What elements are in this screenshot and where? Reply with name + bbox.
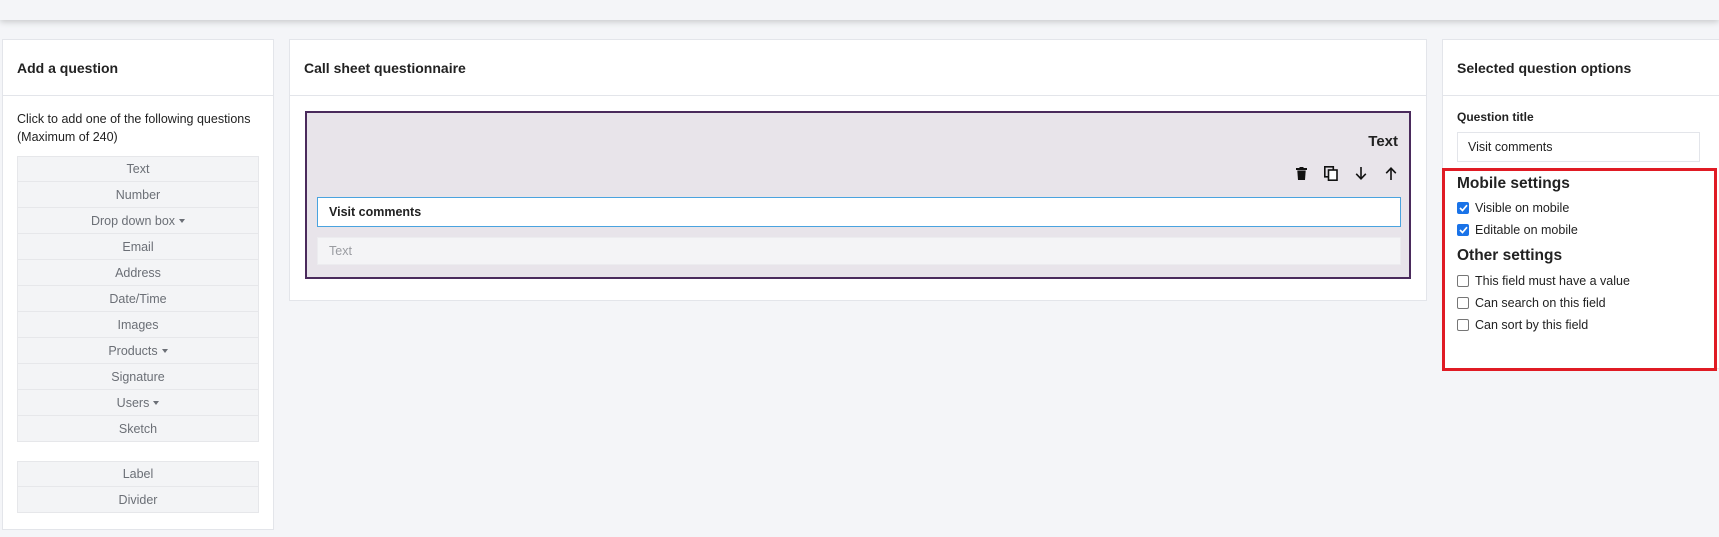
- setting-label: Can sort by this field: [1475, 318, 1589, 332]
- arrow-up-icon[interactable]: [1383, 165, 1399, 181]
- question-card[interactable]: Text Visit comments Text: [305, 111, 1411, 279]
- question-type-signature-button[interactable]: Signature: [17, 364, 259, 390]
- answer-placeholder-field: Text: [317, 237, 1401, 265]
- caret-down-icon: [153, 400, 160, 405]
- other-settings-heading: Other settings: [1457, 247, 1563, 264]
- checkbox-unchecked[interactable]: [1457, 275, 1469, 287]
- setting-row[interactable]: Can sort by this field: [1457, 314, 1630, 336]
- question-type-label: Products: [108, 343, 158, 358]
- arrow-down-icon[interactable]: [1353, 165, 1369, 181]
- questionnaire-panel: Call sheet questionnaire Text Visit comm…: [289, 39, 1427, 301]
- question-type-divider-button[interactable]: Divider: [17, 487, 259, 513]
- question-type-label: Sketch: [118, 421, 158, 436]
- question-type-label: Number: [115, 187, 161, 202]
- add-question-title: Add a question: [3, 40, 273, 96]
- checkbox-unchecked[interactable]: [1457, 297, 1469, 309]
- add-question-panel: Add a question Click to add one of the f…: [2, 39, 274, 530]
- setting-label: Editable on mobile: [1475, 223, 1578, 237]
- question-type-label: Date/Time: [109, 291, 167, 306]
- question-type-drop-down-box-button[interactable]: Drop down box: [17, 208, 259, 234]
- question-type-images-button[interactable]: Images: [17, 312, 259, 338]
- question-type-number-button[interactable]: Number: [17, 182, 259, 208]
- top-bar: [0, 0, 1719, 20]
- question-type-label: Email: [122, 239, 154, 254]
- checkbox-unchecked[interactable]: [1457, 319, 1469, 331]
- options-title: Selected question options: [1443, 40, 1719, 96]
- question-type-text-button[interactable]: Text: [17, 156, 259, 182]
- question-type-label: Users: [116, 395, 150, 410]
- question-type-users-button[interactable]: Users: [17, 390, 259, 416]
- question-type-label: Text: [126, 162, 150, 176]
- settings-block: Mobile settings Visible on mobile Editabl…: [1457, 175, 1630, 336]
- question-type-label: Address: [115, 265, 161, 280]
- question-type-email-button[interactable]: Email: [17, 234, 259, 260]
- setting-row[interactable]: Visible on mobile: [1457, 197, 1630, 219]
- checkbox-checked[interactable]: [1457, 224, 1469, 236]
- question-type-label: Label: [122, 467, 154, 481]
- other-settings-list: This field must have a value Can search o…: [1457, 270, 1630, 336]
- question-title-input[interactable]: Visit comments: [317, 197, 1401, 227]
- question-title-field[interactable]: Visit comments: [1457, 132, 1700, 162]
- question-type-label: Signature: [111, 369, 165, 384]
- question-type-address-button[interactable]: Address: [17, 260, 259, 286]
- setting-label: Can search on this field: [1475, 296, 1606, 310]
- question-type-label: Text: [1368, 133, 1398, 150]
- question-type-list: Text Number Drop down box Email Address Date/…: [3, 156, 273, 442]
- questionnaire-title: Call sheet questionnaire: [290, 40, 1426, 96]
- question-title-label: Question title: [1457, 110, 1534, 124]
- mobile-settings-list: Visible on mobile Editable on mobile: [1457, 197, 1630, 241]
- setting-label: Visible on mobile: [1475, 201, 1570, 215]
- trash-icon[interactable]: [1293, 165, 1309, 181]
- question-type-date-time-button[interactable]: Date/Time: [17, 286, 259, 312]
- caret-down-icon: [161, 348, 168, 353]
- question-type-label: Images: [117, 317, 159, 332]
- add-question-intro: Click to add one of the following questi…: [17, 112, 251, 144]
- setting-row[interactable]: Can search on this field: [1457, 292, 1630, 314]
- copy-icon[interactable]: [1323, 165, 1339, 181]
- question-type-label: Divider: [118, 492, 158, 507]
- question-type-products-button[interactable]: Products: [17, 338, 259, 364]
- question-type-label: Drop down box: [90, 213, 176, 228]
- checkbox-checked[interactable]: [1457, 202, 1469, 214]
- question-type-sketch-button[interactable]: Sketch: [17, 416, 259, 442]
- question-toolbar: [1293, 165, 1399, 181]
- setting-label: This field must have a value: [1475, 274, 1630, 288]
- question-extras-list: Label Divider: [3, 461, 273, 513]
- setting-row[interactable]: Editable on mobile: [1457, 219, 1630, 241]
- caret-down-icon: [179, 218, 186, 223]
- setting-row[interactable]: This field must have a value: [1457, 270, 1630, 292]
- question-type-label-button[interactable]: Label: [17, 461, 259, 487]
- mobile-settings-heading: Mobile settings: [1457, 175, 1570, 192]
